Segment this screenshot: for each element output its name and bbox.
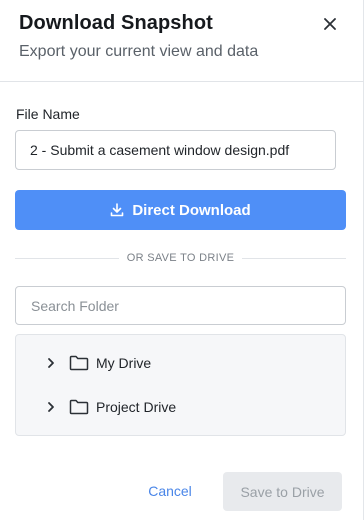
folder-item-label: My Drive	[96, 355, 152, 371]
dialog-title: Download Snapshot	[19, 12, 213, 34]
download-snapshot-dialog: Download Snapshot Export your current vi…	[0, 0, 364, 520]
search-folder-input[interactable]	[15, 286, 346, 325]
file-name-label: File Name	[16, 106, 80, 122]
divider-line	[15, 257, 119, 259]
dialog-subtitle: Export your current view and data	[19, 43, 259, 60]
divider-line	[242, 257, 346, 259]
folder-item-label: Project Drive	[96, 399, 177, 415]
close-icon	[324, 17, 336, 35]
chevron-right-icon[interactable]	[46, 357, 56, 369]
close-button[interactable]	[318, 14, 342, 38]
folder-item-project-drive[interactable]: Project Drive	[16, 393, 345, 421]
dialog-header: Download Snapshot Export your current vi…	[0, 0, 364, 82]
cancel-button[interactable]: Cancel	[140, 479, 200, 503]
folder-tree: My Drive Project Drive	[15, 334, 346, 436]
file-name-input[interactable]	[15, 130, 336, 170]
chevron-right-icon[interactable]	[46, 401, 56, 413]
direct-download-button[interactable]: Direct Download	[15, 190, 346, 230]
download-icon	[110, 203, 124, 217]
save-to-drive-divider: OR SAVE TO DRIVE	[15, 250, 346, 266]
folder-item-my-drive[interactable]: My Drive	[16, 349, 345, 377]
direct-download-label: Direct Download	[132, 201, 251, 219]
save-to-drive-button[interactable]: Save to Drive	[223, 472, 342, 511]
folder-icon	[69, 399, 89, 415]
divider-text: OR SAVE TO DRIVE	[126, 252, 235, 264]
folder-icon	[69, 355, 89, 371]
